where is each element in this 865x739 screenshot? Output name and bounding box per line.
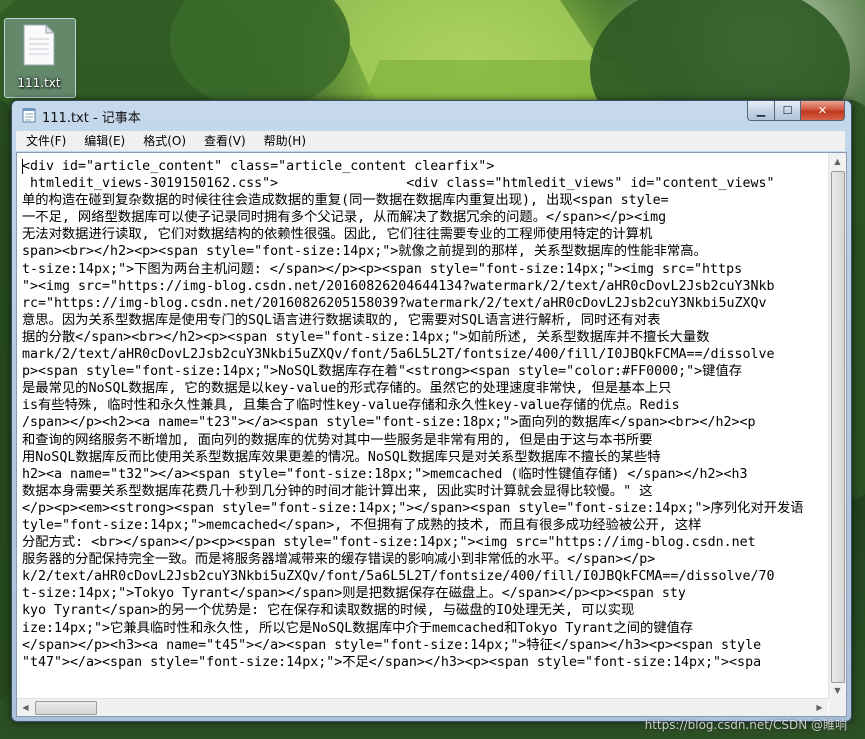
text-file-icon [23, 24, 55, 66]
scroll-down-arrow-icon[interactable]: ▼ [829, 682, 846, 699]
horizontal-scrollbar[interactable]: ◀ ▶ [17, 698, 828, 716]
vertical-scrollbar[interactable]: ▲ ▼ [828, 153, 846, 699]
text-line: </span></p><h3><a name="t45"></a><span s… [22, 637, 762, 653]
scroll-left-arrow-icon[interactable]: ◀ [17, 699, 34, 716]
desktop-icon-label: 111.txt [17, 76, 61, 90]
horizontal-scroll-thumb[interactable] [35, 701, 97, 715]
text-line: ize:14px;">它兼具临时性和永久性, 所以它是NoSQL数据库中介于me… [22, 620, 694, 636]
text-line: 一不足, 网络型数据库可以使子记录同时拥有多个父记录, 从而解决了数据冗余的问题… [22, 210, 667, 226]
scroll-right-arrow-icon[interactable]: ▶ [811, 699, 828, 716]
menu-file[interactable]: 文件(F) [16, 131, 75, 151]
vertical-scroll-thumb[interactable] [831, 171, 845, 683]
text-line: span><br></h2><p><span style="font-size:… [22, 244, 707, 260]
menu-view[interactable]: 查看(V) [195, 131, 255, 151]
text-line: </p><p><em><strong><span style="font-siz… [22, 500, 804, 516]
text-line: htmledit_views-3019150162.css"> <div cla… [22, 176, 775, 192]
text-line: h2><a name="t32"></a><span style="font-s… [22, 466, 748, 482]
text-line: 无法对数据进行读取, 它们对数据结构的依赖性很强。因此, 它们往往需要专业的工程… [22, 227, 653, 243]
text-editor[interactable]: <div id="article_content" class="article… [16, 152, 847, 717]
watermark: https://blog.csdn.net/CSDN @睢响 [644, 718, 847, 732]
text-line: 数据本身需要关系型数据库花费几十秒到几分钟的时间才能计算出来, 因此实时计算就会… [22, 483, 653, 499]
scroll-up-arrow-icon[interactable]: ▲ [829, 153, 846, 170]
menu-bar: 文件(F) 编辑(E) 格式(O) 查看(V) 帮助(H) [16, 131, 845, 151]
text-line: t-size:14px;">下图为两台主机问题: </span></p><p><… [22, 261, 743, 277]
text-line: 用NoSQL数据库反而比使用关系型数据库效果更差的情况。NoSQL数据库只是对关… [22, 449, 661, 465]
window-controls: ▁ ☐ ✕ [747, 101, 845, 121]
text-line: 服务器的分配保持完全一致。而是将服务器增减带来的缓存错误的影响减小到非常低的水平… [22, 552, 656, 568]
minimize-button[interactable]: ▁ [747, 101, 775, 121]
text-line: tyle="font-size:14px;">memcached</span>,… [22, 517, 702, 533]
maximize-button[interactable]: ☐ [775, 101, 801, 121]
text-line: k/2/text/aHR0cDovL2Jsb2cuY3Nkbi5uZXQv/fo… [22, 569, 775, 585]
size-grip[interactable] [829, 699, 846, 716]
text-line: rc="https://img-blog.csdn.net/2016082620… [22, 295, 767, 311]
notepad-app-icon [22, 108, 36, 123]
text-line: 单的构造在碰到复杂数据的时候往往会造成数据的重复(同一数据在数据库内重复出现),… [22, 193, 669, 209]
text-line: is有些特殊, 临时性和永久性兼具, 且集合了临时性key-value存储和永久… [22, 398, 680, 414]
notepad-window: 111.txt - 记事本 ▁ ☐ ✕ 文件(F) 编辑(E) 格式(O) 查看… [11, 100, 852, 722]
menu-format[interactable]: 格式(O) [134, 131, 195, 151]
close-button[interactable]: ✕ [801, 101, 845, 121]
text-line: t-size:14px;">Tokyo Tyrant</span></span>… [22, 586, 686, 602]
title-bar[interactable]: 111.txt - 记事本 ▁ ☐ ✕ [12, 101, 851, 129]
text-line: <div id="article_content" class="article… [22, 159, 495, 174]
text-line: "><img src="https://img-blog.csdn.net/20… [22, 278, 775, 294]
window-title: 111.txt - 记事本 [42, 111, 141, 126]
text-line: 是最常见的NoSQL数据库, 它的数据是以key-value的形式存储的。虽然它… [22, 381, 672, 397]
text-line: kyo Tyrant</span>的另一个优势是: 它在保存和读取数据的时候, … [22, 603, 635, 619]
text-line: 据的分散</span><br></h2><p><span style="font… [22, 329, 710, 345]
text-line: 和查询的网络服务不断增加, 面向列的数据库的优势对其中一些服务是非常有用的, 但… [22, 432, 653, 448]
menu-edit[interactable]: 编辑(E) [75, 131, 134, 151]
text-line: /span></p><h2><a name="t23"></a><span st… [22, 415, 756, 431]
text-line: "t47"></a><span style="font-size:14px;">… [22, 654, 762, 670]
text-line: mark/2/text/aHR0cDovL2Jsb2cuY3Nkbi5uZXQv… [22, 347, 775, 363]
text-line: 分配方式: <br></span></p><p><span style="fon… [22, 535, 756, 551]
menu-help[interactable]: 帮助(H) [255, 131, 315, 151]
text-content[interactable]: <div id="article_content" class="article… [22, 158, 823, 680]
text-caret [22, 159, 23, 174]
desktop-file-icon[interactable]: 111.txt [4, 18, 76, 98]
text-line: p><span style="font-size:14px;">NoSQL数据库… [22, 364, 743, 380]
text-line: 意思。因为关系型数据库是使用专门的SQL语言进行数据读取的, 它需要对SQL语言… [22, 312, 661, 328]
